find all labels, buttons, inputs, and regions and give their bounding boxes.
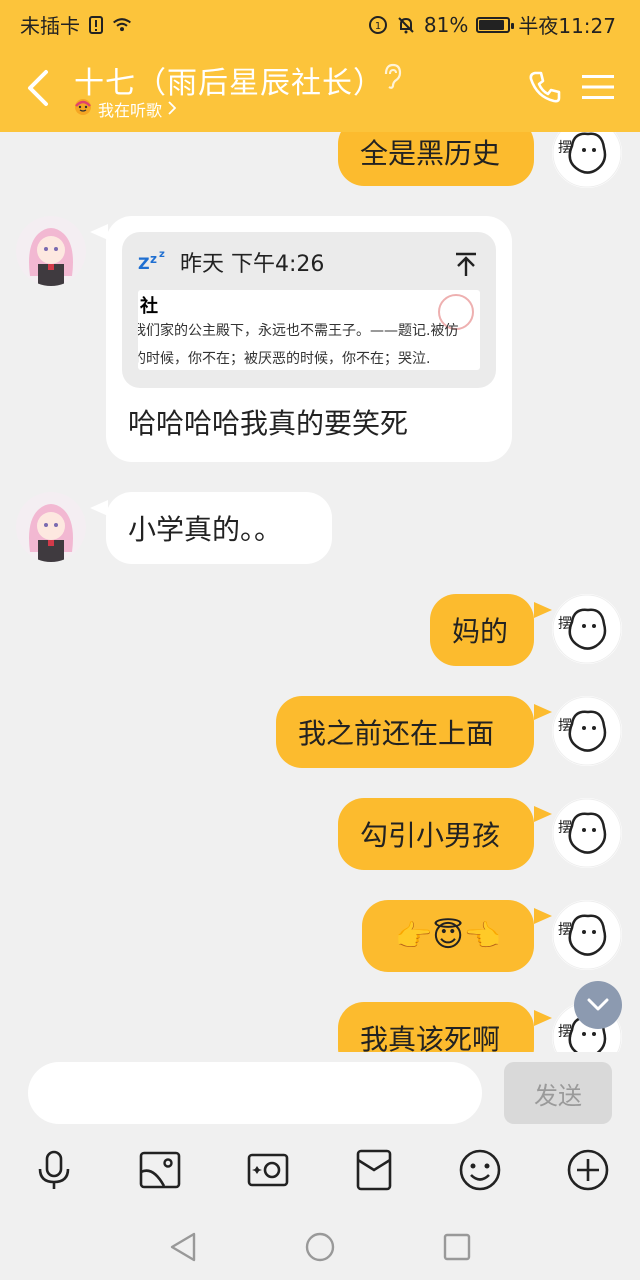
my-avatar[interactable]: 摆 <box>552 900 622 970</box>
message-input[interactable] <box>28 1062 482 1124</box>
input-toolbar <box>0 1148 640 1204</box>
ear-icon[interactable] <box>380 62 404 90</box>
svg-text:摆: 摆 <box>558 1024 572 1040</box>
image-icon <box>139 1151 181 1189</box>
bubble-tail <box>534 806 552 822</box>
subtitle-text: 我在听歌 <box>98 101 163 120</box>
nav-back-button[interactable] <box>166 1230 200 1264</box>
chevron-right-icon <box>168 100 177 119</box>
nav-recents-button[interactable] <box>440 1230 474 1264</box>
sleep-zzz-icon: Zzz <box>138 247 172 277</box>
message-bubble-outgoing[interactable]: 我真该死啊 <box>338 1002 534 1052</box>
bubble-tail <box>534 908 552 924</box>
back-button[interactable] <box>18 66 58 110</box>
status-bar: 未插卡 1 81% 半夜11:27 <box>0 0 640 44</box>
camera-button[interactable] <box>246 1148 290 1192</box>
voice-button[interactable] <box>32 1148 76 1192</box>
chat-header: 未插卡 1 81% 半夜11:27 十七（雨后星辰社长） 我在听歌 <box>0 0 640 132</box>
message-bubble-outgoing[interactable]: 全是黑历史 <box>338 132 534 186</box>
message-bubble-outgoing[interactable]: 勾引小男孩 <box>338 798 534 870</box>
system-nav-bar <box>0 1216 640 1280</box>
message-bubble-outgoing[interactable]: 👉😇👈 <box>362 900 534 972</box>
svg-text:摆: 摆 <box>558 140 572 156</box>
message-text: 哈哈哈哈我真的要笑死 <box>128 407 409 440</box>
plus-icon <box>567 1149 609 1191</box>
svg-text:摆: 摆 <box>558 922 572 938</box>
bubble-tail <box>534 1010 552 1026</box>
photo-button[interactable] <box>138 1148 182 1192</box>
message-bubble-outgoing[interactable]: 妈的 <box>430 594 534 666</box>
svg-text:摆: 摆 <box>558 718 572 734</box>
scroll-to-bottom-button[interactable] <box>574 981 622 1029</box>
my-avatar[interactable]: 摆 <box>552 594 622 664</box>
phone-icon <box>529 71 561 103</box>
svg-text:z: z <box>159 249 165 260</box>
nav-back-icon <box>170 1232 196 1262</box>
menu-button[interactable] <box>578 66 618 108</box>
bubble-tail <box>534 704 552 720</box>
message-text: 全是黑历史 <box>360 137 501 170</box>
camera-icon <box>247 1153 289 1187</box>
status-subtitle[interactable]: 我在听歌 <box>74 97 177 121</box>
call-button[interactable] <box>524 66 566 108</box>
emoji-button[interactable] <box>458 1148 502 1192</box>
message-text: 👉😇👈 <box>395 918 501 954</box>
red-packet-icon <box>356 1149 392 1191</box>
data-saver-icon: 1 <box>368 15 388 35</box>
battery-percent: 81% <box>423 12 469 37</box>
scroll-down-icon <box>587 998 609 1011</box>
message-bubble-incoming[interactable]: 小学真的。。 <box>106 492 332 564</box>
doc-title: 社 <box>140 296 158 317</box>
no-sim-icon <box>86 15 106 35</box>
message-text: 勾引小男孩 <box>360 819 501 852</box>
message-text: 小学真的。。 <box>128 513 283 546</box>
quoted-document-preview: 社 我们家的公主殿下，永远也不需王子。——题记.被仿 的时候，你不在；被厌恶的时… <box>138 290 480 370</box>
chat-messages[interactable]: 全是黑历史 摆 哈哈哈哈我真的要笑死 Zzz 昨天 下午4:26 社 我们家的公… <box>0 132 640 1052</box>
my-avatar[interactable]: 摆 <box>552 798 622 868</box>
mute-bell-icon <box>396 15 416 35</box>
contact-avatar[interactable] <box>16 216 86 286</box>
contact-avatar[interactable] <box>16 492 86 562</box>
contact-name[interactable]: 十七（雨后星辰社长） <box>74 58 384 102</box>
my-avatar[interactable]: 摆 <box>552 696 622 766</box>
quoted-message-card[interactable]: Zzz 昨天 下午4:26 社 我们家的公主殿下，永远也不需王子。——题记.被仿… <box>122 232 496 388</box>
microphone-icon <box>38 1150 70 1189</box>
clock: 半夜11:27 <box>518 14 616 38</box>
my-avatar[interactable]: 摆 <box>552 132 622 188</box>
svg-text:1: 1 <box>375 21 381 32</box>
svg-text:摆: 摆 <box>558 820 572 836</box>
bubble-tail <box>534 602 552 618</box>
pin-top-icon[interactable] <box>452 250 480 278</box>
message-text: 我真该死啊 <box>360 1023 501 1052</box>
nav-home-icon <box>305 1232 335 1262</box>
svg-text:摆: 摆 <box>558 616 572 632</box>
message-bubble-outgoing[interactable]: 我之前还在上面 <box>276 696 534 768</box>
svg-text:z: z <box>150 252 157 266</box>
emoji-status-icon <box>74 98 92 120</box>
quote-time: 昨天 下午4:26 <box>180 252 325 277</box>
red-packet-button[interactable] <box>352 1148 396 1192</box>
nav-home-button[interactable] <box>303 1230 337 1264</box>
doc-line: 的时候，你不在；被厌恶的时候，你不在；哭泣. <box>138 351 431 367</box>
more-button[interactable] <box>566 1148 610 1192</box>
doc-line: 我们家的公主殿下，永远也不需王子。——题记.被仿 <box>138 323 459 339</box>
message-text: 我之前还在上面 <box>298 717 495 750</box>
svg-text:Z: Z <box>138 254 150 271</box>
message-text: 妈的 <box>452 615 509 648</box>
wifi-icon <box>112 15 132 35</box>
nav-recents-icon <box>443 1233 471 1261</box>
sim-status: 未插卡 <box>20 14 80 38</box>
send-button[interactable]: 发送 <box>504 1062 612 1124</box>
back-icon <box>28 70 48 106</box>
menu-icon <box>582 75 614 99</box>
battery-icon <box>476 16 515 33</box>
emoji-icon <box>459 1149 501 1191</box>
